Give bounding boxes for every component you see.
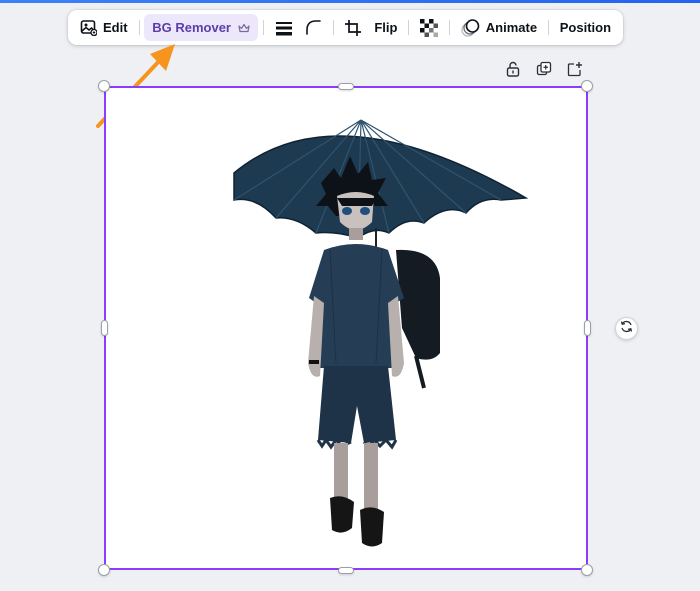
resize-handle-bottom-right[interactable] (581, 564, 593, 576)
crown-icon (238, 23, 250, 33)
animate-icon (461, 18, 480, 37)
resize-handle-top-right[interactable] (581, 80, 593, 92)
border-style-icon (275, 20, 293, 36)
toolbar-divider (548, 20, 549, 35)
position-button[interactable]: Position (554, 14, 617, 41)
corner-rounding-button[interactable] (299, 14, 328, 41)
toolbar-divider (138, 20, 140, 35)
bg-remover-button[interactable]: BG Remover (144, 14, 258, 41)
toolbar-divider (449, 20, 450, 35)
figure-image (233, 119, 529, 547)
border-style-button[interactable] (269, 14, 299, 41)
lock-button[interactable] (504, 61, 522, 82)
animate-label: Animate (485, 20, 538, 35)
toolbar-divider (262, 20, 264, 35)
selected-image-frame[interactable] (104, 86, 588, 570)
resize-handle-top-left[interactable] (98, 80, 110, 92)
resize-handle-top[interactable] (338, 83, 354, 90)
corner-rounding-icon (305, 19, 322, 36)
crop-icon (344, 19, 362, 37)
crop-button[interactable] (338, 14, 368, 41)
toolbar-divider (332, 20, 334, 35)
rotate-button[interactable] (615, 317, 638, 340)
add-icon (567, 61, 583, 82)
toolbar-divider (408, 20, 410, 35)
edit-image-icon (80, 19, 97, 36)
rotate-icon (620, 320, 633, 338)
transparency-button[interactable] (414, 14, 444, 41)
resize-handle-right[interactable] (584, 320, 591, 336)
bg-remover-label: BG Remover (152, 20, 231, 35)
position-label: Position (559, 20, 612, 35)
resize-handle-left[interactable] (101, 320, 108, 336)
resize-handle-bottom[interactable] (338, 567, 354, 574)
duplicate-button[interactable] (535, 61, 553, 82)
add-page-button[interactable] (566, 61, 584, 82)
flip-label: Flip (374, 20, 398, 35)
duplicate-icon (536, 61, 552, 82)
edit-label: Edit (103, 20, 128, 35)
edit-button[interactable]: Edit (74, 14, 134, 41)
lock-icon (506, 61, 520, 82)
transparency-icon (420, 18, 439, 37)
resize-handle-bottom-left[interactable] (98, 564, 110, 576)
top-accent-strip (0, 0, 700, 3)
animate-button[interactable]: Animate (455, 14, 543, 41)
flip-button[interactable]: Flip (368, 14, 403, 41)
